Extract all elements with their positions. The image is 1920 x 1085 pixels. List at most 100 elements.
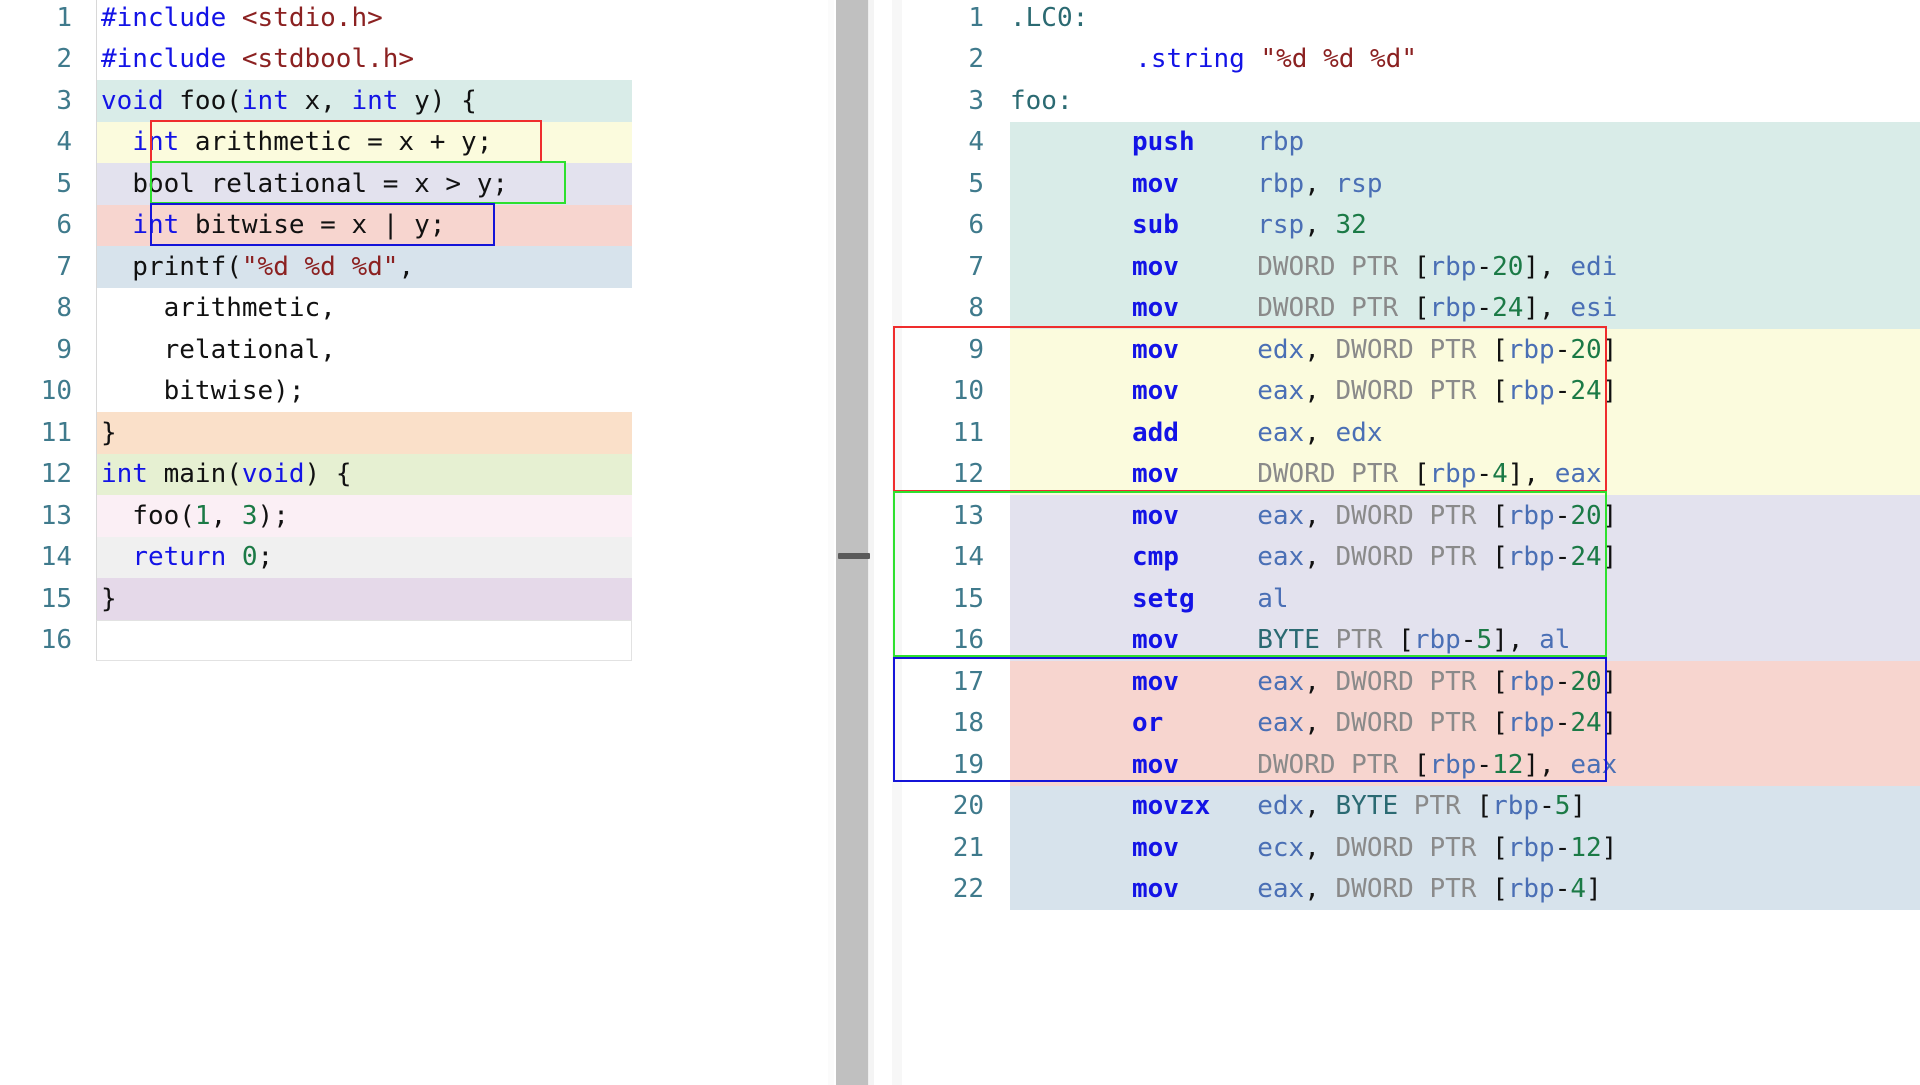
- assembly-line-row[interactable]: 17 mov eax, DWORD PTR [rbp-20]: [892, 661, 1920, 703]
- code-token: DWORD PTR: [1335, 708, 1493, 739]
- source-code-text[interactable]: #include <stdio.h>: [96, 0, 632, 39]
- assembly-line-row[interactable]: 20 movzx edx, BYTE PTR [rbp-5]: [892, 785, 1920, 827]
- source-line-row[interactable]: 5 bool relational = x > y;: [0, 163, 828, 205]
- assembly-line-row[interactable]: 2 .string "%d %d %d": [892, 38, 1920, 80]
- source-line-row[interactable]: 3 void foo(int x, int y) {: [0, 80, 828, 122]
- source-line-row[interactable]: 1 #include <stdio.h>: [0, 0, 828, 39]
- assembly-code-text[interactable]: sub rsp, 32: [1010, 204, 1920, 246]
- source-code-text[interactable]: void foo(int x, int y) {: [96, 80, 632, 122]
- assembly-code-text[interactable]: or eax, DWORD PTR [rbp-24]: [1010, 702, 1920, 744]
- assembly-code-text[interactable]: .string "%d %d %d": [1010, 38, 1920, 80]
- source-line-row[interactable]: 2 #include <stdbool.h>: [0, 38, 828, 80]
- code-token: [: [1492, 832, 1508, 863]
- assembly-line-row[interactable]: 11 add eax, edx: [892, 412, 1920, 454]
- source-code-text[interactable]: arithmetic,: [96, 287, 632, 329]
- assembly-code-text[interactable]: .LC0:: [1010, 0, 1920, 39]
- source-line-row[interactable]: 15}: [0, 578, 828, 620]
- source-code-text[interactable]: }: [96, 578, 632, 620]
- assembly-code-text[interactable]: foo:: [1010, 80, 1920, 122]
- assembly-line-row[interactable]: 22 mov eax, DWORD PTR [rbp-4]: [892, 868, 1920, 910]
- source-line-row[interactable]: 16: [0, 619, 828, 661]
- source-line-row[interactable]: 9 relational,: [0, 329, 828, 371]
- scrollbar-thumb[interactable]: [836, 0, 869, 1085]
- assembly-line-number: 6: [968, 210, 984, 241]
- assembly-code-text[interactable]: mov eax, DWORD PTR [rbp-20]: [1010, 661, 1920, 703]
- assembly-code-text[interactable]: mov eax, DWORD PTR [rbp-20]: [1010, 495, 1920, 537]
- source-line-row[interactable]: 7 printf("%d %d %d",: [0, 246, 828, 288]
- assembly-code-text[interactable]: mov DWORD PTR [rbp-24], esi: [1010, 287, 1920, 329]
- assembly-code-text[interactable]: add eax, edx: [1010, 412, 1920, 454]
- source-code-text[interactable]: bitwise);: [96, 370, 632, 412]
- assembly-code-text[interactable]: mov DWORD PTR [rbp-12], eax: [1010, 744, 1920, 786]
- assembly-code-text[interactable]: mov ecx, DWORD PTR [rbp-12]: [1010, 827, 1920, 869]
- source-line-row[interactable]: 11}: [0, 412, 828, 454]
- assembly-line-row[interactable]: 19 mov DWORD PTR [rbp-12], eax: [892, 744, 1920, 786]
- assembly-line-row[interactable]: 21 mov ecx, DWORD PTR [rbp-12]: [892, 827, 1920, 869]
- code-token: -: [1554, 376, 1571, 407]
- code-token: or: [1132, 708, 1164, 739]
- assembly-output-pane[interactable]: 1 .LC0: 2 .string "%d %d %d" 3 foo: 4 push rbp…: [892, 0, 1920, 1085]
- source-line-number: 3: [56, 85, 72, 116]
- source-line-row[interactable]: 14 return 0;: [0, 536, 828, 578]
- assembly-code-text[interactable]: mov eax, DWORD PTR [rbp-24]: [1010, 370, 1920, 412]
- pane-splitter-scrollbar[interactable]: [828, 0, 892, 1085]
- source-code-text[interactable]: bool relational = x > y;: [96, 163, 632, 205]
- assembly-line-row[interactable]: 10 mov eax, DWORD PTR [rbp-24]: [892, 370, 1920, 412]
- source-code-text[interactable]: int bitwise = x | y;: [96, 204, 632, 246]
- code-token: -: [1460, 625, 1477, 656]
- code-token: 12: [1570, 832, 1602, 863]
- assembly-line-row[interactable]: 6 sub rsp, 32: [892, 204, 1920, 246]
- source-line-row[interactable]: 13 foo(1, 3);: [0, 495, 828, 537]
- source-editor-pane[interactable]: 1 #include <stdio.h> 2 #include <stdbool.h>…: [0, 0, 828, 1085]
- code-token: arithmetic = x + y;: [179, 127, 493, 158]
- assembly-line-row[interactable]: 3 foo:: [892, 80, 1920, 122]
- assembly-code-text[interactable]: cmp eax, DWORD PTR [rbp-24]: [1010, 536, 1920, 578]
- source-code-text[interactable]: }: [96, 412, 632, 454]
- source-line-row[interactable]: 12 int main(void) {: [0, 453, 828, 495]
- assembly-line-number: 9: [968, 334, 984, 365]
- assembly-line-row[interactable]: 7 mov DWORD PTR [rbp-20], edi: [892, 246, 1920, 288]
- assembly-code-text[interactable]: setg al: [1010, 578, 1920, 620]
- assembly-line-row[interactable]: 14 cmp eax, DWORD PTR [rbp-24]: [892, 536, 1920, 578]
- assembly-code-text[interactable]: movzx edx, BYTE PTR [rbp-5]: [1010, 785, 1920, 827]
- code-token: [: [1413, 293, 1430, 324]
- source-code-text[interactable]: int main(void) {: [96, 453, 632, 495]
- source-line-row[interactable]: 6 int bitwise = x | y;: [0, 204, 828, 246]
- assembly-line-row[interactable]: 9 mov edx, DWORD PTR [rbp-20]: [892, 329, 1920, 371]
- assembly-line-row[interactable]: 4 push rbp: [892, 121, 1920, 163]
- assembly-code-text[interactable]: push rbp: [1010, 121, 1920, 163]
- assembly-code-text[interactable]: mov eax, DWORD PTR [rbp-4]: [1010, 868, 1920, 910]
- assembly-code-text[interactable]: mov BYTE PTR [rbp-5], al: [1010, 619, 1920, 661]
- assembly-code-text[interactable]: mov DWORD PTR [rbp-4], eax: [1010, 453, 1920, 495]
- assembly-line-row[interactable]: 16 mov BYTE PTR [rbp-5], al: [892, 619, 1920, 661]
- assembly-code-inner: mov DWORD PTR [rbp-4], eax: [1010, 459, 1602, 489]
- assembly-line-row[interactable]: 18 or eax, DWORD PTR [rbp-24]: [892, 702, 1920, 744]
- code-token: rsp: [1335, 168, 1383, 199]
- assembly-line-row[interactable]: 13 mov eax, DWORD PTR [rbp-20]: [892, 495, 1920, 537]
- code-token: rbp: [1507, 666, 1555, 697]
- splitter-grip-handle[interactable]: [838, 553, 870, 559]
- assembly-line-row[interactable]: 12 mov DWORD PTR [rbp-4], eax: [892, 453, 1920, 495]
- assembly-code-text[interactable]: mov rbp, rsp: [1010, 163, 1920, 205]
- source-code-text[interactable]: relational,: [96, 329, 632, 371]
- code-token: [: [1492, 542, 1508, 573]
- source-code-text[interactable]: return 0;: [96, 536, 632, 578]
- source-code-text[interactable]: foo(1, 3);: [96, 495, 632, 537]
- source-code-text[interactable]: #include <stdbool.h>: [96, 38, 632, 80]
- code-token: DWORD PTR: [1257, 459, 1414, 490]
- source-line-row[interactable]: 8 arithmetic,: [0, 287, 828, 329]
- assembly-code-text[interactable]: mov edx, DWORD PTR [rbp-20]: [1010, 329, 1920, 371]
- assembly-line-row[interactable]: 5 mov rbp, rsp: [892, 163, 1920, 205]
- assembly-code-text[interactable]: mov DWORD PTR [rbp-20], edi: [1010, 246, 1920, 288]
- source-line-row[interactable]: 4 int arithmetic = x + y;: [0, 121, 828, 163]
- source-code-text[interactable]: printf("%d %d %d",: [96, 246, 632, 288]
- source-line-row[interactable]: 10 bitwise);: [0, 370, 828, 412]
- assembly-line-row[interactable]: 8 mov DWORD PTR [rbp-24], esi: [892, 287, 1920, 329]
- assembly-line-row[interactable]: 1 .LC0:: [892, 0, 1920, 39]
- source-code-text[interactable]: [96, 619, 632, 661]
- source-code-text[interactable]: int arithmetic = x + y;: [96, 121, 632, 163]
- assembly-line-row[interactable]: 15 setg al: [892, 578, 1920, 620]
